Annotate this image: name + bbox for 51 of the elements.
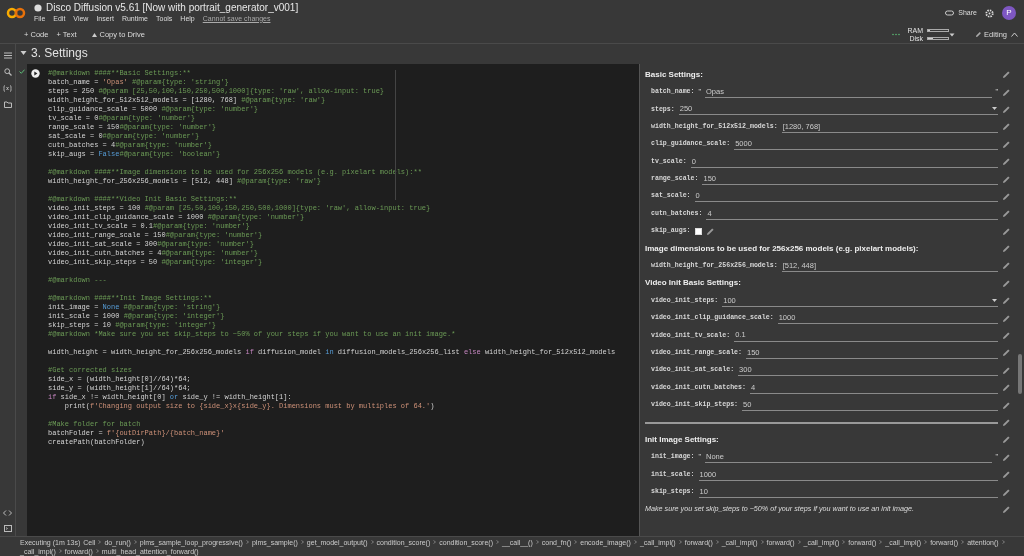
chevron-right-icon xyxy=(760,540,764,544)
chevron-right-icon xyxy=(633,540,637,544)
chevron-right-icon xyxy=(842,540,846,544)
terminal-icon[interactable] xyxy=(3,525,12,532)
checkbox[interactable] xyxy=(694,227,702,235)
chevron-right-icon xyxy=(678,540,682,544)
code-icon[interactable] xyxy=(3,510,12,516)
chevron-right-icon xyxy=(58,549,62,553)
form-heading: Init Image Settings: xyxy=(645,433,720,446)
chevron-right-icon xyxy=(300,540,304,544)
scrollbar-thumb[interactable] xyxy=(1018,354,1022,394)
notebook-title[interactable]: Disco Diffusion v5.61 [Now with portrait_generator_v001] xyxy=(46,1,299,14)
caret-down-icon xyxy=(992,298,997,302)
connected-dots-icon xyxy=(891,33,900,36)
form-heading: Video Init Basic Settings: xyxy=(645,277,742,290)
chevron-right-icon xyxy=(496,540,499,544)
menu-icon[interactable] xyxy=(3,52,12,59)
caret-down-icon[interactable] xyxy=(949,32,956,37)
chevron-right-icon xyxy=(245,540,249,544)
form-heading: Image dimensions to be used for 256x256 models (e.g. pixelart models): xyxy=(645,242,920,255)
folder-icon[interactable] xyxy=(3,101,12,108)
chevron-right-icon xyxy=(433,540,437,544)
run-button-icon[interactable] xyxy=(31,69,40,78)
usage-meter xyxy=(927,28,950,33)
chevron-right-icon xyxy=(95,549,99,553)
chevron-right-icon xyxy=(715,540,719,544)
chevron-right-icon xyxy=(797,540,801,544)
chevron-right-icon xyxy=(535,540,539,544)
link-icon xyxy=(945,10,955,16)
chevron-right-icon xyxy=(961,540,965,544)
caret-down-icon[interactable] xyxy=(20,49,27,56)
caret-up-icon[interactable] xyxy=(1011,32,1018,37)
variables-icon[interactable] xyxy=(3,85,12,92)
chevron-right-icon xyxy=(370,540,374,544)
pencil-icon[interactable] xyxy=(705,226,715,236)
chevron-right-icon xyxy=(98,540,102,544)
chevron-right-icon xyxy=(879,540,883,544)
search-icon[interactable] xyxy=(3,68,12,76)
caret-down-icon xyxy=(992,107,997,111)
drive-icon xyxy=(90,31,98,38)
settings-icon[interactable] xyxy=(985,8,994,18)
chevron-right-icon xyxy=(133,540,137,544)
chevron-right-icon xyxy=(574,540,578,544)
section-title: 3. Settings xyxy=(31,44,88,62)
usage-meter xyxy=(927,36,950,41)
chevron-right-icon xyxy=(1001,540,1005,544)
chevron-right-icon xyxy=(924,540,928,544)
logo-icon xyxy=(6,7,26,19)
avatar[interactable]: P xyxy=(1002,6,1016,20)
pencil-icon xyxy=(975,31,983,38)
form-heading: Basic Settings: xyxy=(645,68,704,81)
